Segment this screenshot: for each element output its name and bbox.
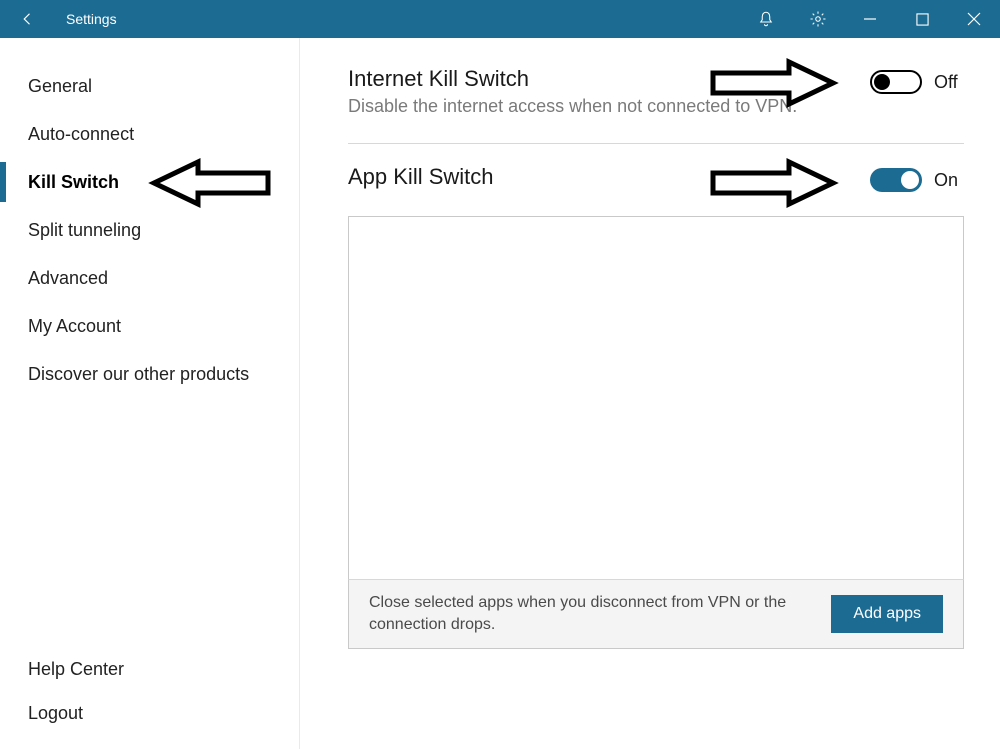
close-button[interactable] [948,0,1000,38]
maximize-button[interactable] [896,0,948,38]
minimize-button[interactable] [844,0,896,38]
sidebar-item-logout[interactable]: Logout [0,691,299,735]
sidebar-item-kill-switch[interactable]: Kill Switch [0,158,299,206]
sidebar: General Auto-connect Kill Switch Split t… [0,38,300,749]
sidebar-item-help-center[interactable]: Help Center [0,647,299,691]
back-button[interactable] [8,0,48,38]
internet-kill-state: Off [934,72,964,93]
internet-kill-title: Internet Kill Switch [348,66,797,92]
sidebar-item-advanced[interactable]: Advanced [0,254,299,302]
titlebar: Settings [0,0,1000,38]
sidebar-item-discover-products[interactable]: Discover our other products [0,350,299,398]
sidebar-item-label: Discover our other products [28,364,249,385]
sidebar-item-label: Help Center [28,659,124,680]
sidebar-item-auto-connect[interactable]: Auto-connect [0,110,299,158]
app-kill-footer-text: Close selected apps when you disconnect … [369,592,799,635]
app-kill-toggle[interactable] [870,168,922,192]
main-panel: Internet Kill Switch Disable the interne… [300,38,1000,749]
internet-kill-subtitle: Disable the internet access when not con… [348,96,797,117]
sidebar-item-label: Auto-connect [28,124,134,145]
sidebar-item-label: Logout [28,703,83,724]
sidebar-item-label: Advanced [28,268,108,289]
divider [348,143,964,144]
sidebar-item-label: Split tunneling [28,220,141,241]
app-kill-title: App Kill Switch [348,164,494,190]
notifications-button[interactable] [740,0,792,38]
sidebar-item-label: General [28,76,92,97]
internet-kill-toggle[interactable] [870,70,922,94]
sidebar-item-general[interactable]: General [0,62,299,110]
app-list [348,216,964,580]
app-kill-state: On [934,170,964,191]
sidebar-item-label: My Account [28,316,121,337]
sidebar-item-split-tunneling[interactable]: Split tunneling [0,206,299,254]
sidebar-item-my-account[interactable]: My Account [0,302,299,350]
window-title: Settings [66,11,117,27]
add-apps-button[interactable]: Add apps [831,595,943,633]
settings-gear-button[interactable] [792,0,844,38]
app-kill-footer: Close selected apps when you disconnect … [348,579,964,649]
sidebar-item-label: Kill Switch [28,172,119,193]
